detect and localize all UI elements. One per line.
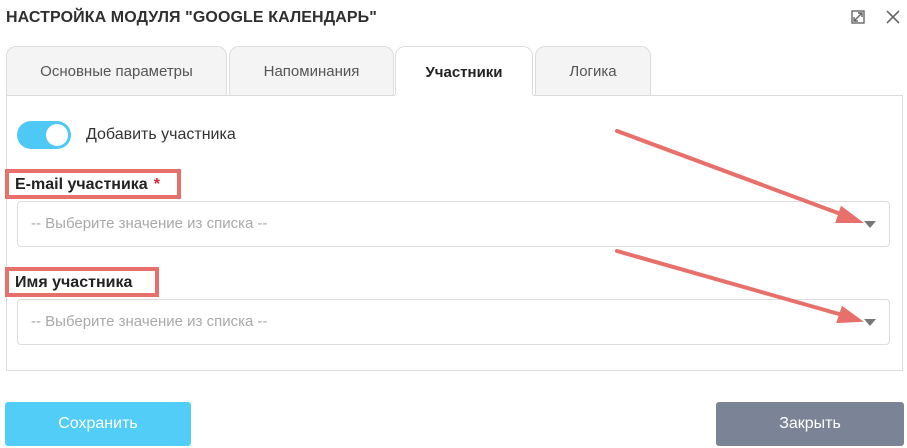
chevron-down-icon[interactable] <box>864 319 876 326</box>
close-button[interactable]: Закрыть <box>716 402 904 446</box>
dialog-title: НАСТРОЙКА МОДУЛЯ "GOOGLE КАЛЕНДАРЬ" <box>6 9 377 26</box>
save-button[interactable]: Сохранить <box>5 402 191 446</box>
add-participant-label: Добавить участника <box>86 126 236 143</box>
name-label-text: Имя участника <box>15 274 133 291</box>
tab-reminders[interactable]: Напоминания <box>229 46 394 95</box>
toggle-knob <box>46 124 68 146</box>
email-label-text: E-mail участника <box>15 176 148 193</box>
email-select-placeholder: -- Выберите значение из списка -- <box>31 215 268 232</box>
expand-icon[interactable] <box>850 9 866 25</box>
tab-logic[interactable]: Логика <box>535 46 651 95</box>
name-field-label: Имя участника <box>5 267 159 297</box>
email-field-label: E-mail участника * <box>5 169 181 199</box>
name-select-placeholder: -- Выберите значение из списка -- <box>31 313 268 330</box>
close-icon[interactable] <box>885 9 901 25</box>
required-mark: * <box>153 176 160 193</box>
chevron-down-icon[interactable] <box>864 221 876 228</box>
name-select[interactable]: -- Выберите значение из списка -- <box>17 299 890 345</box>
tab-participants[interactable]: Участники <box>395 46 533 97</box>
email-select[interactable]: -- Выберите значение из списка -- <box>17 201 890 247</box>
add-participant-toggle[interactable] <box>17 121 71 149</box>
tab-main-params[interactable]: Основные параметры <box>6 46 227 95</box>
